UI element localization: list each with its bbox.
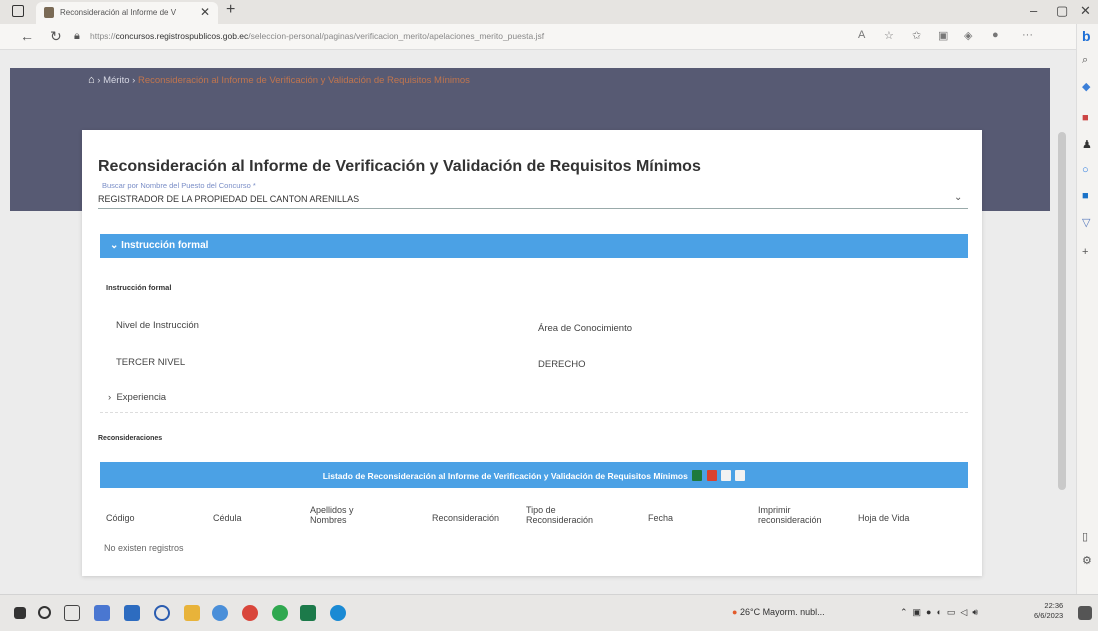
weather-text: 26°C Mayorm. nubl... [739,607,825,617]
edge-icon[interactable] [330,605,346,621]
notifications-icon[interactable] [1078,606,1092,620]
xml-export-icon[interactable] [735,470,746,481]
page-scrollbar[interactable] [1058,132,1066,490]
bing-icon[interactable]: b [1082,28,1091,44]
collections-icon[interactable]: ▣ [938,29,948,42]
main-card: Reconsideración al Informe de Verificaci… [82,130,982,576]
refresh-icon[interactable]: ↻ [50,28,62,45]
col-cedula[interactable]: Cédula [213,513,242,523]
col-imprimir[interactable]: Imprimir reconsideración [758,505,848,525]
edge-sidebar: b ⌕ ◆ ■ ♟ ○ ■ ▽ + ▯ ⚙ [1076,24,1098,594]
breadcrumb-item-current: Reconsideración al Informe de Verificaci… [137,75,470,86]
chevron-down-icon[interactable]: ⌄ [954,192,962,203]
tag-icon[interactable]: ◆ [1082,80,1090,93]
browser-tab[interactable]: Reconsideración al Informe de V ✕ [36,2,218,24]
read-aloud-icon[interactable]: A [858,29,865,41]
page-title: Reconsideración al Informe de Verificaci… [98,158,701,175]
search-icon[interactable]: ⌕ [1082,54,1088,67]
weather-icon: ● [732,607,738,617]
col-fecha[interactable]: Fecha [648,513,673,523]
more-menu-icon[interactable]: ··· [1022,29,1033,41]
breadcrumb-item-merito[interactable]: Mérito [103,75,129,86]
col-hoja-vida[interactable]: Hoja de Vida [858,513,909,523]
shopping-icon[interactable]: ■ [1082,112,1089,124]
extensions-icon[interactable]: ◈ [964,29,972,42]
sidebar-settings-icon[interactable]: ⚙ [1082,554,1092,567]
tray-icons[interactable]: ⌃ ▣ ● ◐ ▭ ◁ 🔊︎ [900,607,978,618]
col-reconsideracion[interactable]: Reconsideración [432,513,499,523]
office-icon[interactable]: ○ [1082,164,1089,176]
task-view-icon[interactable] [64,605,80,621]
tab-actions-icon[interactable] [12,5,24,17]
table-title-bar: Listado de Reconsideración al Informe de… [100,462,968,488]
excel-icon[interactable] [300,605,316,621]
widgets-icon[interactable] [94,605,110,621]
col-codigo[interactable]: Código [106,513,135,523]
lock-icon[interactable]: 🔒︎ [74,30,80,43]
date: 6/6/2023 [1034,611,1064,620]
csv-export-icon[interactable] [720,470,731,481]
chevron-down-icon: ⌄ [110,240,119,251]
nivel-instruccion-label: Nivel de Instrucción [116,320,199,331]
drop-icon[interactable]: ▽ [1082,216,1090,229]
outlook-icon[interactable]: ■ [1082,190,1089,202]
area-conocimiento-value: DERECHO [538,359,586,370]
page-viewport: ⌂ › Mérito › Reconsideración al Informe … [0,50,1076,594]
close-window-icon[interactable]: ✕ [1080,3,1091,19]
empty-message: No existen registros [104,543,184,553]
position-select[interactable]: REGISTRADOR DE LA PROPIEDAD DEL CANTON A… [98,194,359,204]
nivel-instruccion-value: TERCER NIVEL [116,357,186,368]
favorites-icon[interactable]: ✩ [912,29,921,42]
address-bar: ← ↻ 🔒︎ https://concursos.registrospublic… [0,24,1076,50]
col-apellidos-nombres[interactable]: Apellidos y Nombres [310,505,380,525]
divider [100,412,968,413]
breadcrumb: ⌂ › Mérito › Reconsideración al Informe … [88,74,470,86]
firefox-icon[interactable] [242,605,258,621]
file-explorer-icon[interactable] [184,605,200,621]
back-icon[interactable]: ← [20,28,34,44]
taskbar: ● 26°C Mayorm. nubl... ⌃ ▣ ● ◐ ▭ ◁ 🔊︎ 22… [0,594,1098,631]
home-icon[interactable]: ⌂ [88,74,95,86]
url-prefix: https:// [90,31,116,41]
col-tipo-reconsideracion[interactable]: Tipo de Reconsideración [526,505,616,525]
reconsideraciones-section-title: Reconsideraciones [98,435,163,442]
table-title: Listado de Reconsideración al Informe de… [322,471,688,481]
favorite-star-icon[interactable]: ☆ [884,29,894,42]
accordion-experiencia-label: Experiencia [116,392,167,403]
weather-widget[interactable]: ● 26°C Mayorm. nubl... [732,607,825,617]
minimize-icon[interactable]: – [1030,3,1037,18]
browser-app-icon[interactable] [154,605,170,621]
browser-tab-strip: Reconsideración al Informe de V ✕ + – ▢ … [0,0,1098,24]
accordion-experiencia-header[interactable]: › Experiencia [108,392,166,403]
time: 22:36 [1044,601,1064,610]
sidebar-layout-icon[interactable]: ▯ [1082,530,1088,543]
profile-icon[interactable]: ● [992,29,999,41]
app-icon[interactable] [212,605,228,621]
search-icon[interactable] [38,606,51,619]
mail-icon[interactable] [124,605,140,621]
excel-export-icon[interactable] [692,470,703,481]
restore-icon[interactable]: ▢ [1056,3,1068,19]
instruccion-section-title: Instrucción formal [106,283,172,292]
url-field[interactable]: https://concursos.registrospublicos.gob.… [90,31,544,41]
clock[interactable]: 22:36 6/6/2023 [1034,601,1063,621]
url-domain: concursos.registrospublicos.gob.ec [115,31,249,41]
accordion-instruccion-label: Instrucción formal [121,240,209,251]
tab-close-icon[interactable]: ✕ [200,5,210,19]
add-sidebar-icon[interactable]: + [1082,246,1088,258]
area-conocimiento-label: Área de Conocimiento [538,323,632,334]
new-tab-icon[interactable]: + [226,1,235,19]
games-icon[interactable]: ♟ [1082,138,1092,151]
chevron-right-icon: › [108,392,112,403]
tab-title: Reconsideración al Informe de V [60,8,177,17]
start-icon[interactable] [14,607,26,619]
pdf-export-icon[interactable] [706,470,717,481]
field-underline [98,208,968,209]
search-field-label: Buscar por Nombre del Puesto del Concurs… [102,181,256,190]
site-favicon-icon [44,7,54,18]
accordion-instruccion-header[interactable]: ⌄ Instrucción formal [100,234,968,258]
chrome-icon[interactable] [272,605,288,621]
url-path: /seleccion-personal/paginas/verificacion… [248,31,545,41]
